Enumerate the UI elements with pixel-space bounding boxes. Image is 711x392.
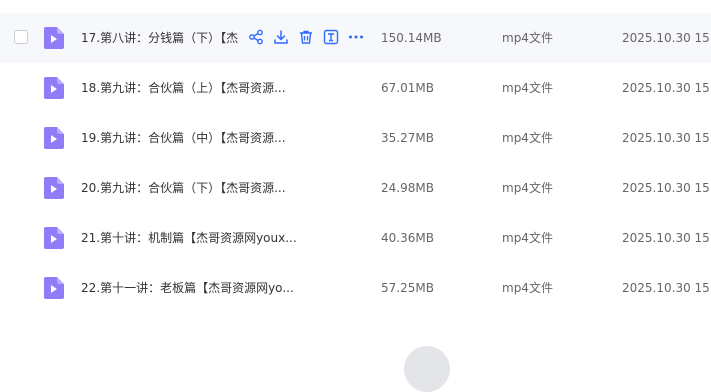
file-date: 2025.10.30 15:0: [622, 31, 711, 45]
file-date: 2025.10.30 15:0: [622, 231, 711, 245]
file-size: 35.27MB: [381, 131, 434, 145]
loading-indicator: [404, 346, 450, 392]
rename-icon[interactable]: [323, 29, 339, 45]
file-size: 67.01MB: [381, 81, 434, 95]
video-file-icon: [44, 27, 64, 49]
file-type: mp4文件: [502, 231, 553, 245]
video-file-icon: [44, 277, 64, 299]
file-size: 24.98MB: [381, 181, 434, 195]
file-name[interactable]: 22.第十一讲：老板篇【杰哥资源网yo...: [81, 280, 294, 296]
file-name[interactable]: 21.第十讲：机制篇【杰哥资源网youx...: [81, 230, 297, 246]
file-date: 2025.10.30 15:0: [622, 81, 711, 95]
file-name[interactable]: 18.第九讲：合伙篇（上）【杰哥资源...: [81, 80, 286, 96]
file-size: 57.25MB: [381, 281, 434, 295]
file-date: 2025.10.30 15:0: [622, 131, 711, 145]
video-file-icon: [44, 177, 64, 199]
file-date: 2025.10.30 15:0: [622, 181, 711, 195]
file-date: 2025.10.30 15:0: [622, 281, 711, 295]
video-file-icon: [44, 77, 64, 99]
file-type: mp4文件: [502, 131, 553, 145]
file-size: 150.14MB: [381, 31, 442, 45]
file-row[interactable]: 22.第十一讲：老板篇【杰哥资源网yo... 57.25MB mp4文件 202…: [0, 263, 711, 313]
file-name[interactable]: 19.第九讲：合伙篇（中）【杰哥资源...: [81, 130, 286, 146]
row-checkbox[interactable]: [14, 30, 28, 44]
delete-icon[interactable]: [298, 29, 314, 45]
file-row[interactable]: 21.第十讲：机制篇【杰哥资源网youx... 40.36MB mp4文件 20…: [0, 213, 711, 263]
file-type: mp4文件: [502, 81, 553, 95]
file-type: mp4文件: [502, 281, 553, 295]
file-name[interactable]: 17.第八讲：分钱篇（下）【杰: [81, 30, 243, 46]
file-type: mp4文件: [502, 31, 553, 45]
file-row[interactable]: 19.第九讲：合伙篇（中）【杰哥资源... 35.27MB mp4文件 2025…: [0, 113, 711, 163]
file-row[interactable]: 20.第九讲：合伙篇（下）【杰哥资源... 24.98MB mp4文件 2025…: [0, 163, 711, 213]
file-size: 40.36MB: [381, 231, 434, 245]
file-name[interactable]: 20.第九讲：合伙篇（下）【杰哥资源...: [81, 180, 286, 196]
download-icon[interactable]: [273, 29, 289, 45]
file-row[interactable]: 18.第九讲：合伙篇（上）【杰哥资源... 67.01MB mp4文件 2025…: [0, 63, 711, 113]
file-row[interactable]: 17.第八讲：分钱篇（下）【杰 150.14MB mp4文件 2025.10.3…: [0, 13, 711, 63]
more-icon[interactable]: [348, 29, 364, 45]
share-icon[interactable]: [248, 29, 264, 45]
file-type: mp4文件: [502, 181, 553, 195]
video-file-icon: [44, 227, 64, 249]
video-file-icon: [44, 127, 64, 149]
